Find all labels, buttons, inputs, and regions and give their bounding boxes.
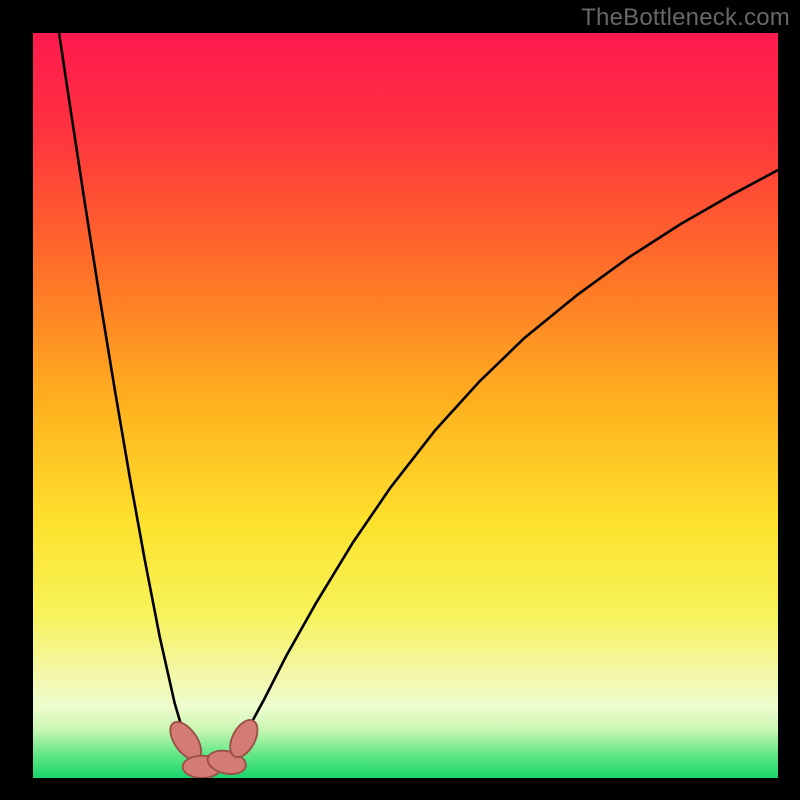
data-markers bbox=[33, 33, 778, 778]
chart-frame: TheBottleneck.com bbox=[0, 0, 800, 800]
plot-area bbox=[33, 33, 778, 778]
watermark-text: TheBottleneck.com bbox=[581, 4, 790, 32]
